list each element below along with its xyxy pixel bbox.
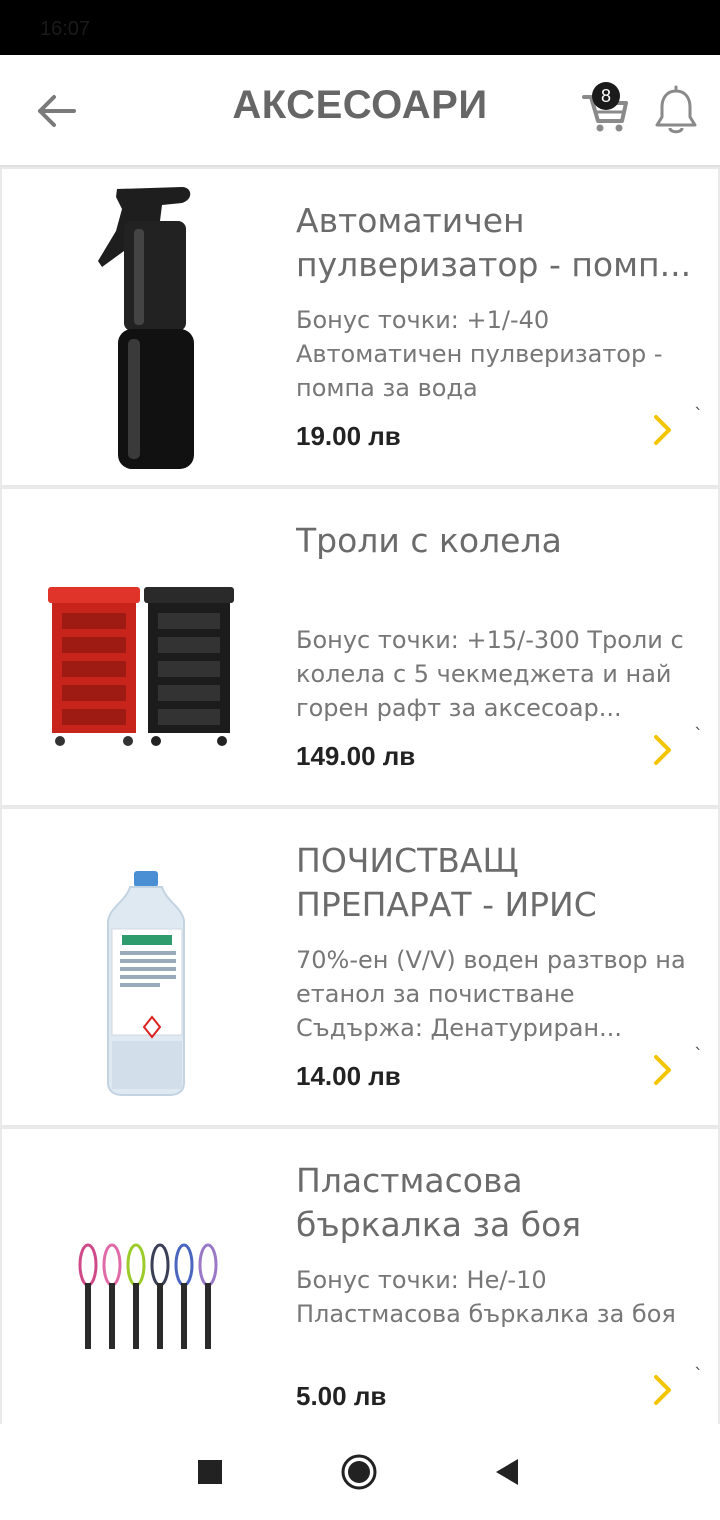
product-price: 19.00 лв <box>296 421 401 451</box>
notifications-button[interactable] <box>652 85 700 137</box>
product-image-cleaner-bottle <box>32 821 272 1111</box>
tick-mark: ` <box>694 725 703 746</box>
product-price: 149.00 лв <box>296 741 416 771</box>
product-list: Автоматичен пулверизатор - помп... Бонус… <box>0 169 720 1424</box>
product-price: 5.00 лв <box>296 1381 387 1411</box>
tick-mark: ` <box>694 1365 703 1386</box>
chevron-right-icon <box>654 415 671 445</box>
system-nav-bar <box>0 1424 720 1520</box>
product-name: ПОЧИСТВАЩ ПРЕПАРАТ - ИРИС <box>296 841 597 924</box>
product-card[interactable]: ПОЧИСТВАЩ ПРЕПАРАТ - ИРИС 70%-ен (V/V) в… <box>2 809 718 1125</box>
bell-icon <box>655 85 697 134</box>
cart-count-badge: 8 <box>592 82 620 110</box>
tick-mark: ` <box>694 1045 703 1066</box>
product-card[interactable]: Троли с колела Бонус точки: +15/-300 Тро… <box>2 489 718 805</box>
recents-button[interactable] <box>198 1460 222 1484</box>
product-name: Пластмасова бъркалка за боя <box>296 1161 582 1244</box>
product-image-plastic-whisks <box>32 1141 272 1424</box>
status-bar: 16:07 <box>0 0 720 55</box>
chevron-right-icon <box>654 735 671 765</box>
product-name: Троли с колела <box>296 521 562 560</box>
product-price: 14.00 лв <box>296 1061 401 1091</box>
product-description: Бонус точки: +15/-300 Троли с колела с 5… <box>296 626 684 722</box>
product-card[interactable]: Пластмасова бъркалка за боя Бонус точки:… <box>2 1129 718 1424</box>
system-back-button[interactable] <box>494 1457 520 1487</box>
product-image-trolley-carts <box>32 501 272 791</box>
chevron-right-icon <box>654 1055 671 1085</box>
tick-mark: ` <box>694 405 703 426</box>
home-button[interactable] <box>340 1453 378 1491</box>
product-image-spray-bottle <box>32 181 272 471</box>
product-description: Бонус точки: Не/-10 Пластмасова бъркалка… <box>296 1266 676 1328</box>
product-description: Бонус точки: +1/-40 Автоматичен пулвериз… <box>296 306 663 402</box>
status-time: 16:07 <box>40 18 91 40</box>
app-header: АКСЕСОАРИ 8 <box>0 55 720 167</box>
product-name: Автоматичен пулверизатор - помп... <box>296 201 692 284</box>
product-card[interactable]: Автоматичен пулверизатор - помп... Бонус… <box>2 169 718 485</box>
product-description: 70%-ен (V/V) воден разтвор на етанол за … <box>296 946 686 1042</box>
chevron-right-icon <box>654 1375 671 1405</box>
